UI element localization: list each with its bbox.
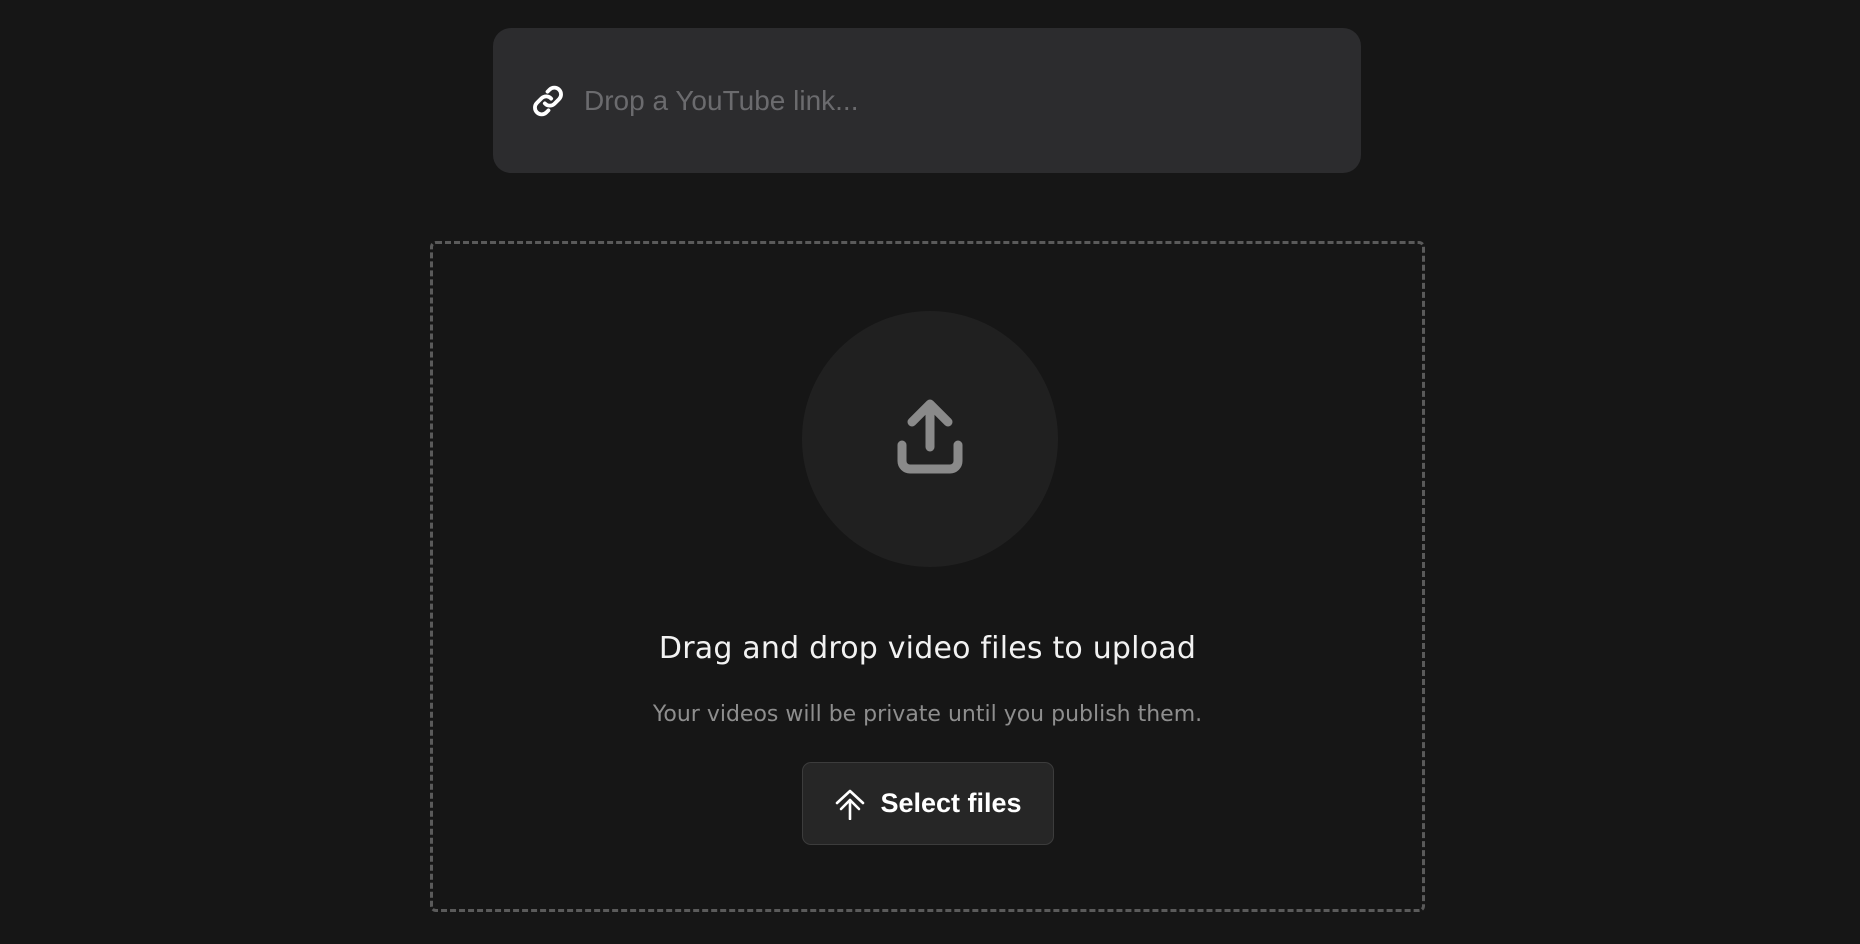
upload-icon <box>894 397 966 482</box>
upload-page: Drag and drop video files to upload Your… <box>0 0 1860 944</box>
youtube-link-bar[interactable] <box>493 28 1361 173</box>
upload-icon-circle <box>802 311 1058 567</box>
select-files-label: Select files <box>880 788 1022 818</box>
dropzone-subtitle: Your videos will be private until you pu… <box>652 702 1203 727</box>
link-icon <box>529 82 567 120</box>
dropzone-title: Drag and drop video files to upload <box>658 631 1197 666</box>
select-files-button[interactable]: Select files <box>802 762 1054 845</box>
upload-arrows-icon <box>834 788 866 820</box>
file-dropzone[interactable]: Drag and drop video files to upload Your… <box>430 241 1425 912</box>
youtube-link-input[interactable] <box>584 70 1361 131</box>
